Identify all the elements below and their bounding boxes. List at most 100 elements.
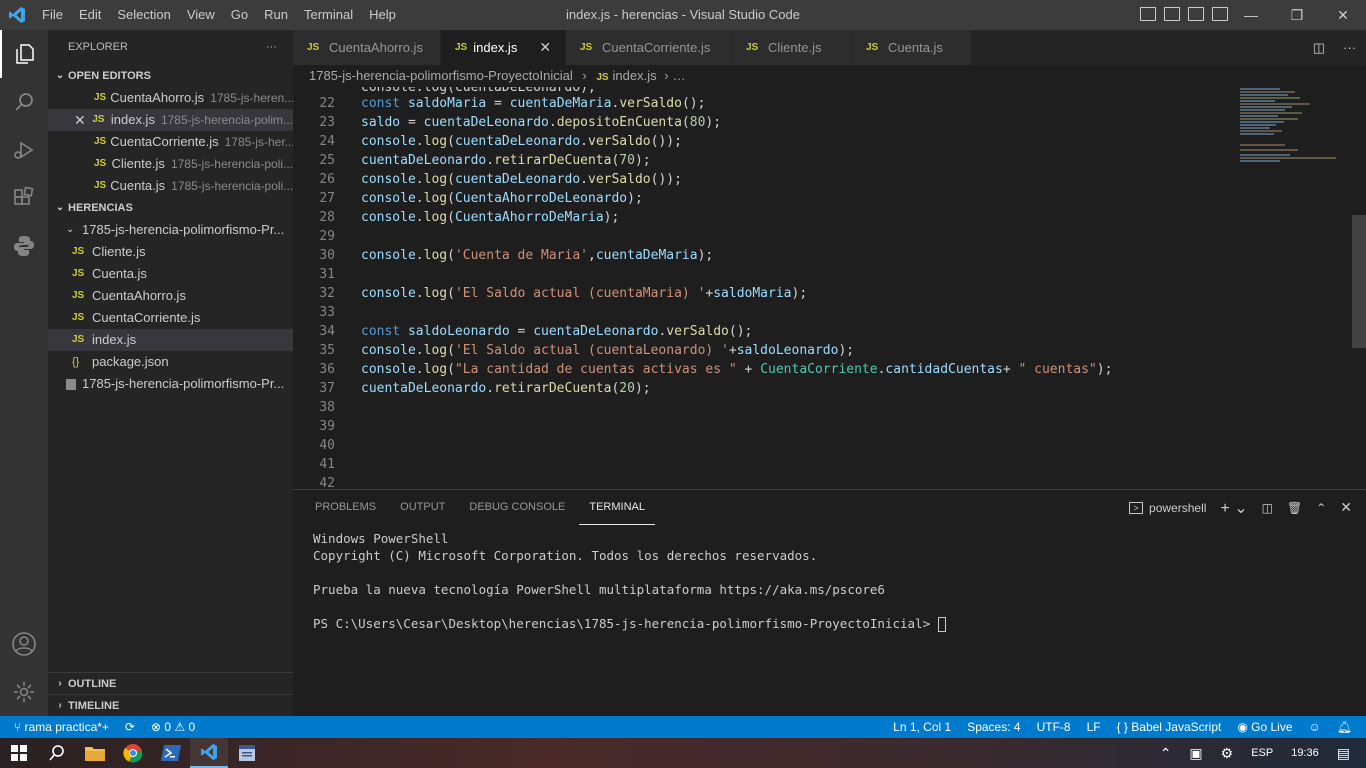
menu-edit[interactable]: Edit — [71, 0, 109, 30]
notifications-icon[interactable]: ▤ — [1337, 745, 1350, 762]
open-editor-item[interactable]: JS CuentaAhorro.js 1785-js-heren... — [48, 87, 293, 109]
branch-name: rama practica*+ — [24, 720, 109, 734]
problems-indicator[interactable]: ⊗ 0 ⚠ 0 — [151, 720, 195, 734]
line-number: 29 — [319, 229, 335, 244]
language-mode[interactable]: { } Babel JavaScript — [1117, 720, 1222, 734]
encoding[interactable]: UTF-8 — [1037, 720, 1071, 734]
timeline-section[interactable]: › TIMELINE — [48, 694, 293, 716]
open-editors-section[interactable]: ⌄ OPEN EDITORS — [48, 65, 293, 87]
vscode-taskbar-icon[interactable] — [190, 738, 228, 768]
toggle-secondary-sidebar-icon[interactable] — [1188, 7, 1204, 21]
line-number: 32 — [319, 286, 335, 301]
file-item[interactable]: JS CuentaCorriente.js — [48, 307, 293, 329]
outline-section[interactable]: › OUTLINE — [48, 672, 293, 694]
tab-index[interactable]: JS index.js ✕ — [441, 30, 566, 65]
app-window-icon[interactable] — [228, 738, 266, 768]
close-editor-icon[interactable]: ✕ — [74, 109, 92, 131]
terminal-line: Windows PowerShell — [313, 531, 449, 546]
tab-cuentacorriente[interactable]: JS CuentaCorriente.js — [566, 30, 732, 65]
customize-layout-icon[interactable] — [1212, 7, 1228, 21]
indentation[interactable]: Spaces: 4 — [967, 720, 1020, 734]
menu-terminal[interactable]: Terminal — [296, 0, 361, 30]
tab-output[interactable]: OUTPUT — [390, 490, 455, 525]
menu-help[interactable]: Help — [361, 0, 404, 30]
account-icon[interactable] — [0, 620, 48, 668]
code-text: console.log('Cuenta de Maria',cuentaDeMa… — [361, 248, 714, 263]
python-icon[interactable] — [0, 222, 48, 270]
network-icon[interactable]: ▣ — [1189, 745, 1202, 762]
powershell-icon[interactable] — [152, 738, 190, 768]
editor-tabs: JS CuentaAhorro.js JS index.js ✕ JS CuentaCo… — [293, 30, 1366, 65]
close-window-icon[interactable]: ✕ — [1320, 0, 1366, 30]
open-editor-item[interactable]: JS Cuenta.js 1785-js-herencia-poli... — [48, 175, 293, 197]
line-number: 23 — [319, 115, 335, 130]
split-terminal-icon[interactable]: ◫ — [1262, 501, 1273, 515]
feedback-icon[interactable]: ☺ — [1309, 720, 1321, 734]
chrome-icon[interactable] — [114, 738, 152, 768]
new-terminal-icon[interactable]: + ⌄ — [1220, 498, 1247, 518]
settings-gear-icon[interactable] — [0, 668, 48, 716]
file-item[interactable]: JS index.js — [48, 329, 293, 351]
cursor-position[interactable]: Ln 1, Col 1 — [893, 720, 951, 734]
menu-view[interactable]: View — [179, 0, 223, 30]
tab-problems[interactable]: PROBLEMS — [305, 490, 386, 525]
open-editor-item[interactable]: JS Cliente.js 1785-js-herencia-poli... — [48, 153, 293, 175]
run-debug-icon[interactable] — [0, 126, 48, 174]
file-item[interactable]: 1785-js-herencia-polimorfismo-Pr... — [48, 373, 293, 395]
file-item[interactable]: JS CuentaAhorro.js — [48, 285, 293, 307]
breadcrumb-folder[interactable]: 1785-js-herencia-polimorfismo-ProyectoIn… — [309, 68, 573, 83]
workspace-section[interactable]: ⌄ HERENCIAS — [48, 197, 293, 219]
restore-icon[interactable]: ❐ — [1274, 0, 1320, 30]
open-editor-name: CuentaAhorro.js — [110, 90, 205, 105]
breadcrumb-file[interactable]: index.js — [613, 68, 657, 83]
file-item[interactable]: JS Cuenta.js — [48, 263, 293, 285]
maximize-panel-icon[interactable]: ⌃ — [1316, 501, 1326, 515]
open-editor-item[interactable]: JS CuentaCorriente.js 1785-js-her... — [48, 131, 293, 153]
file-explorer-icon[interactable] — [76, 738, 114, 768]
code-editor[interactable]: console.log(cuentaDeLeonardo); 22 const s… — [293, 87, 1366, 489]
tab-debug-console[interactable]: DEBUG CONSOLE — [459, 490, 575, 525]
minimap[interactable] — [1240, 87, 1350, 167]
go-live-button[interactable]: ◉ Go Live — [1237, 720, 1292, 734]
folder-item[interactable]: ⌄ 1785-js-herencia-polimorfismo-Pr... — [48, 219, 293, 241]
explorer-icon[interactable] — [0, 30, 48, 78]
toggle-sidebar-icon[interactable] — [1140, 7, 1156, 21]
more-actions-icon[interactable]: ··· — [1343, 40, 1356, 55]
notifications-bell-icon[interactable]: 🔔︎ — [1337, 720, 1352, 734]
more-actions-icon[interactable]: ··· — [266, 30, 277, 65]
menu-selection[interactable]: Selection — [109, 0, 178, 30]
search-icon[interactable] — [0, 78, 48, 126]
shell-name[interactable]: powershell — [1149, 501, 1206, 515]
tab-terminal[interactable]: TERMINAL — [579, 490, 655, 525]
breadcrumb-symbol[interactable]: … — [673, 68, 686, 83]
search-icon[interactable] — [38, 738, 76, 768]
clock[interactable]: 19:36 — [1291, 747, 1319, 759]
end-of-line[interactable]: LF — [1087, 720, 1101, 734]
extensions-icon[interactable] — [0, 174, 48, 222]
tab-cuenta[interactable]: JS Cuenta.js — [852, 30, 972, 65]
chevron-up-icon[interactable]: ⌃ — [1160, 745, 1172, 762]
menu-run[interactable]: Run — [256, 0, 296, 30]
split-editor-icon[interactable]: ◫ — [1313, 40, 1325, 56]
folder-name: 1785-js-herencia-polimorfismo-Pr... — [82, 222, 285, 237]
open-editor-item[interactable]: ✕ JS index.js 1785-js-herencia-polim... — [48, 109, 293, 131]
language-indicator[interactable]: ESP — [1251, 747, 1273, 759]
tab-cliente[interactable]: JS Cliente.js — [732, 30, 852, 65]
terminal-output[interactable]: Windows PowerShell Copyright (C) Microsof… — [313, 530, 946, 632]
close-tab-icon[interactable]: ✕ — [539, 39, 551, 56]
tab-cuentaahorro[interactable]: JS CuentaAhorro.js — [293, 30, 441, 65]
toggle-panel-icon[interactable] — [1164, 7, 1180, 21]
source-control-branch[interactable]: ⑂ rama practica*+ — [14, 720, 109, 734]
windows-start-icon[interactable] — [0, 738, 38, 768]
sync-icon[interactable]: ⟳ — [125, 720, 135, 734]
terminal-cursor — [937, 617, 946, 632]
settings-icon[interactable]: ⚙ — [1221, 745, 1234, 762]
menu-file[interactable]: File — [34, 0, 71, 30]
close-panel-icon[interactable]: ✕ — [1340, 499, 1352, 516]
trash-icon[interactable]: 🗑 — [1287, 501, 1302, 515]
menu-go[interactable]: Go — [223, 0, 256, 30]
minimize-icon[interactable]: — — [1228, 0, 1274, 30]
editor-scrollbar[interactable] — [1352, 215, 1366, 348]
file-item[interactable]: JS Cliente.js — [48, 241, 293, 263]
file-item[interactable]: {} package.json — [48, 351, 293, 373]
